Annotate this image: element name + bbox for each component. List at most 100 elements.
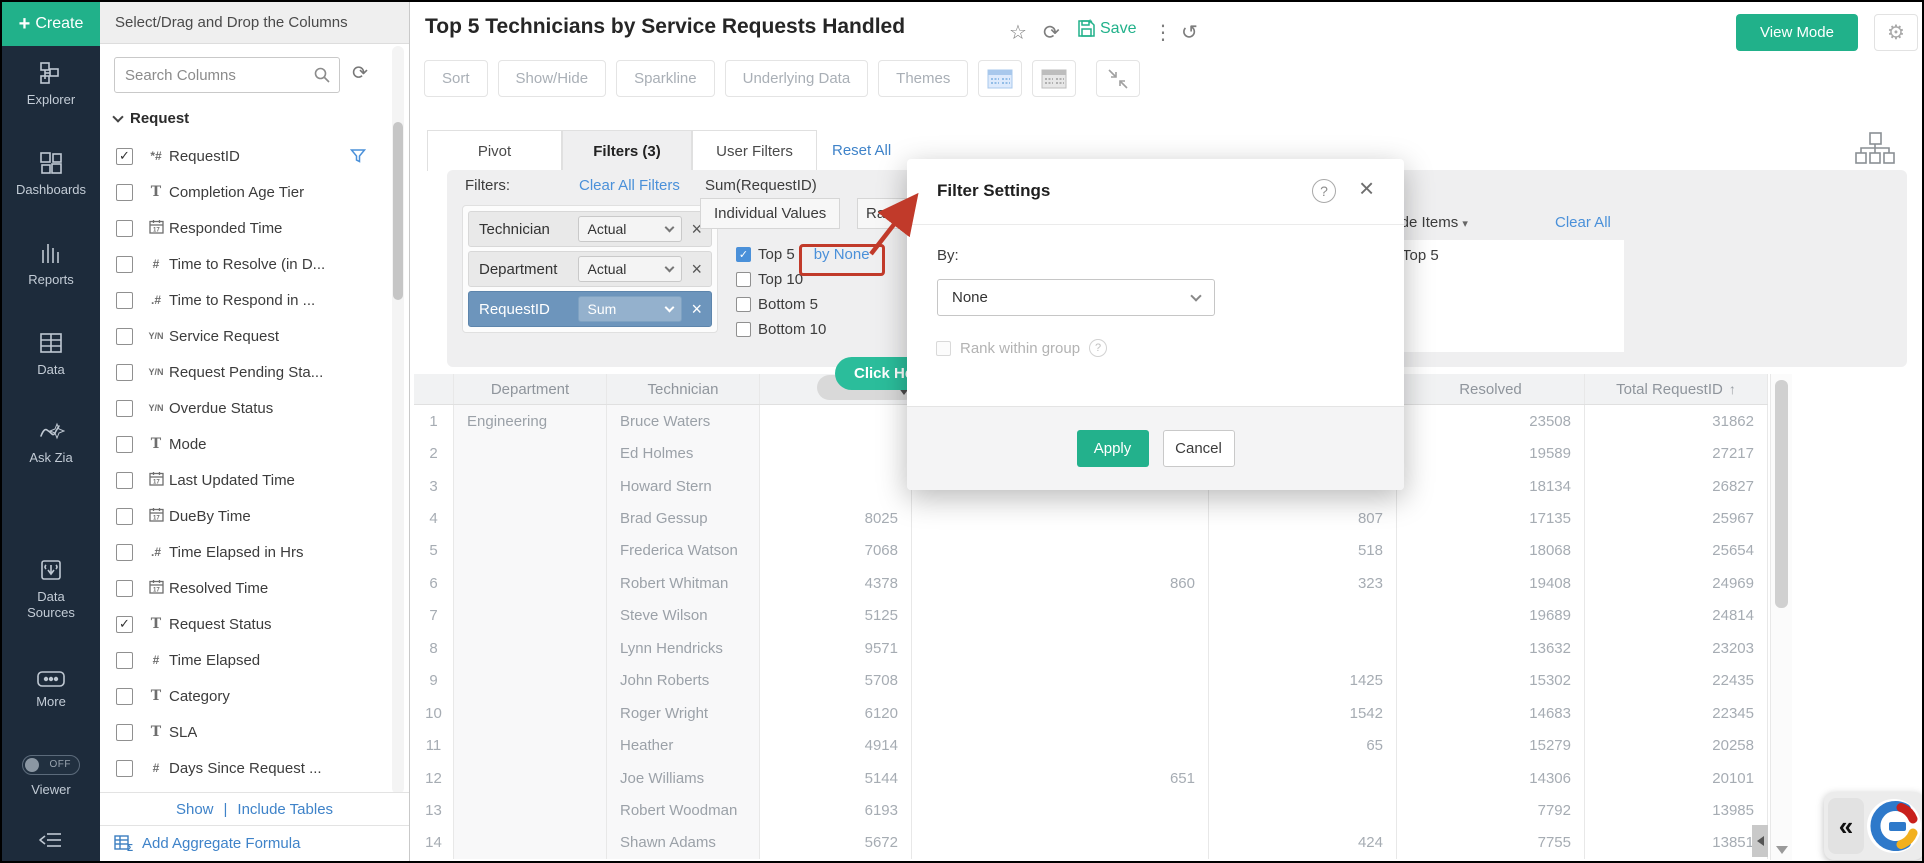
selected-item[interactable]: Top 5 — [1392, 240, 1624, 264]
chip-agg-select[interactable]: Actual — [578, 216, 682, 242]
horizontal-scroll-handle[interactable] — [1752, 825, 1768, 857]
sidebar-item-reports[interactable]: Reports — [2, 240, 100, 287]
filter-option-bottom5[interactable]: Bottom 5 — [736, 296, 818, 313]
table-row[interactable]: 6Robert Whitman43788603231940824969 — [414, 567, 1768, 599]
collapse-widget-button[interactable]: « — [1828, 798, 1864, 854]
checkbox-checked[interactable]: ✓ — [116, 616, 133, 633]
tab-individual-values[interactable]: Individual Values — [700, 198, 840, 229]
themes-button[interactable]: Themes — [878, 60, 968, 97]
filter-option-top5[interactable]: ✓ Top 5 by None — [736, 246, 870, 263]
column-field-item[interactable]: TCompletion Age Tier — [100, 174, 400, 210]
table-row[interactable]: 7Steve Wilson51251968924814 — [414, 600, 1768, 632]
column-field-item[interactable]: 17Resolved Time — [100, 570, 400, 606]
refresh-columns-icon[interactable]: ⟳ — [352, 62, 368, 85]
reset-all-link[interactable]: Reset All — [832, 142, 891, 159]
collapse-view-button[interactable] — [1096, 60, 1140, 97]
checkbox-unchecked[interactable] — [116, 724, 133, 741]
filter-option-bottom10[interactable]: Bottom 10 — [736, 321, 826, 338]
checkbox-unchecked[interactable] — [116, 328, 133, 345]
column-field-item[interactable]: ✓*#RequestID — [100, 138, 400, 174]
clear-all-link[interactable]: Clear All — [1555, 214, 1611, 231]
sort-button[interactable]: Sort — [424, 60, 488, 97]
table-row[interactable]: 13Robert Woodman6193779213985 — [414, 794, 1768, 826]
column-field-item[interactable]: TSLA — [100, 714, 400, 750]
apply-button[interactable]: Apply — [1077, 430, 1149, 467]
clear-all-filters-link[interactable]: Clear All Filters — [579, 177, 680, 194]
column-field-item[interactable]: #Time Elapsed — [100, 642, 400, 678]
column-field-item[interactable]: Y/NRequest Pending Sta... — [100, 354, 400, 390]
checkbox-unchecked[interactable] — [116, 472, 133, 489]
header-resolved[interactable]: Resolved — [1397, 374, 1585, 404]
filter-option-top10[interactable]: Top 10 — [736, 271, 803, 288]
create-button[interactable]: + Create — [2, 2, 100, 46]
checkbox-unchecked[interactable] — [116, 292, 133, 309]
header-technician[interactable]: Technician — [607, 374, 760, 404]
table-row[interactable]: 14Shawn Adams5672424775513851 — [414, 827, 1768, 859]
sidebar-item-more[interactable]: More — [2, 670, 100, 709]
help-icon[interactable]: ? — [1312, 179, 1336, 203]
checkbox-unchecked[interactable] — [116, 364, 133, 381]
header-department[interactable]: Department — [454, 374, 607, 404]
header-total-requestid[interactable]: Total RequestID↑ — [1585, 374, 1768, 404]
column-field-item[interactable]: TMode — [100, 426, 400, 462]
collapse-sidebar-button[interactable] — [2, 828, 100, 856]
search-columns-input[interactable] — [115, 58, 339, 92]
table-row[interactable]: 4Brad Gessup80258071713525967 — [414, 502, 1768, 534]
underlying-data-button[interactable]: Underlying Data — [725, 60, 869, 97]
show-hide-button[interactable]: Show/Hide — [498, 60, 607, 97]
sidebar-item-explorer[interactable]: Explorer — [2, 60, 100, 107]
sort-ascending-icon[interactable]: ↑ — [1729, 381, 1736, 397]
checkbox-unchecked[interactable] — [736, 272, 751, 287]
checkbox-unchecked[interactable] — [116, 184, 133, 201]
chip-remove-icon[interactable]: × — [691, 300, 702, 318]
checkbox-unchecked[interactable] — [116, 508, 133, 525]
view-mode-button[interactable]: View Mode — [1736, 14, 1858, 51]
rank-checkbox-disabled[interactable] — [936, 341, 951, 356]
chip-agg-select[interactable]: Sum — [578, 296, 682, 322]
filter-funnel-icon[interactable] — [350, 148, 366, 169]
table-row[interactable]: 12Joe Williams51446511430620101 — [414, 762, 1768, 794]
table-row[interactable]: 9John Roberts570814251530222435 — [414, 665, 1768, 697]
chip-remove-icon[interactable]: × — [691, 260, 702, 278]
checkbox-checked[interactable]: ✓ — [116, 148, 133, 165]
checkbox-unchecked[interactable] — [116, 544, 133, 561]
columns-scrollbar[interactable] — [392, 46, 404, 794]
tab-user-filters[interactable]: User Filters — [692, 130, 817, 171]
checkbox-unchecked[interactable] — [116, 652, 133, 669]
table-view-blue-button[interactable] — [978, 60, 1022, 97]
sidebar-item-dashboards[interactable]: Dashboards — [2, 150, 100, 197]
table-row[interactable]: 5Frederica Watson70685181806825654 — [414, 535, 1768, 567]
column-field-item[interactable]: ✓TRequest Status — [100, 606, 400, 642]
table-row[interactable]: 11Heather4914651527920258 — [414, 729, 1768, 761]
show-link[interactable]: Show — [176, 801, 214, 818]
by-none-link[interactable]: by None — [814, 246, 870, 263]
filter-chip-technician[interactable]: Technician Actual × — [468, 211, 712, 247]
chip-agg-select[interactable]: Actual — [578, 256, 682, 282]
analytics-logo-icon[interactable] — [1866, 798, 1922, 854]
section-request[interactable]: Request — [114, 110, 189, 127]
column-field-item[interactable]: #Time to Resolve (in D... — [100, 246, 400, 282]
settings-gear-button[interactable]: ⚙ — [1874, 14, 1918, 51]
by-dropdown[interactable]: None — [937, 279, 1215, 316]
column-field-item[interactable]: .#Time Elapsed in Hrs — [100, 534, 400, 570]
undo-icon[interactable]: ↺ — [1181, 20, 1198, 45]
include-tables-link[interactable]: Include Tables — [237, 801, 333, 818]
add-aggregate-row[interactable]: Σ Add Aggregate Formula — [100, 825, 409, 861]
checkbox-unchecked[interactable] — [116, 688, 133, 705]
checkbox-unchecked[interactable] — [116, 760, 133, 777]
table-vertical-scrollbar[interactable] — [1770, 374, 1792, 860]
sidebar-item-ask-zia[interactable]: Ask Zia — [2, 420, 100, 465]
more-options-icon[interactable]: ⋮ — [1153, 20, 1173, 45]
tab-filters[interactable]: Filters (3) — [562, 130, 692, 171]
table-view-gray-button[interactable] — [1032, 60, 1076, 97]
column-field-item[interactable]: Y/NOverdue Status — [100, 390, 400, 426]
scrollbar-thumb[interactable] — [393, 122, 403, 300]
cancel-button[interactable]: Cancel — [1163, 430, 1235, 467]
table-row[interactable]: 10Roger Wright612015421468322345 — [414, 697, 1768, 729]
column-field-item[interactable]: #Days Since Request ... — [100, 750, 400, 786]
checkbox-unchecked[interactable] — [116, 400, 133, 417]
refresh-report-icon[interactable]: ⟳ — [1043, 20, 1060, 45]
viewer-toggle[interactable]: OFF — [22, 755, 80, 775]
checkbox-unchecked[interactable] — [116, 256, 133, 273]
scroll-down-arrow[interactable] — [1776, 846, 1788, 854]
